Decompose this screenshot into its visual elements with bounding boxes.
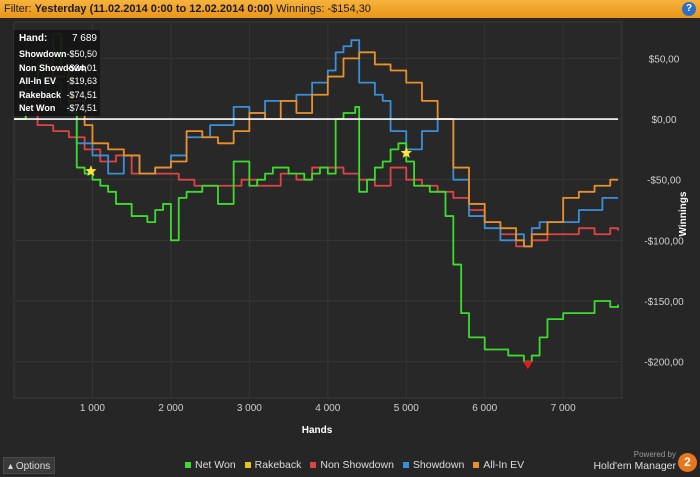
x-tick-label: 5 000: [394, 403, 419, 414]
legend-label: Showdown: [412, 459, 465, 471]
x-tick-label: 3 000: [237, 403, 262, 414]
y-tick-label: $50,00: [649, 54, 680, 65]
legend-swatch: [185, 462, 191, 468]
stat-value: -$19,63: [66, 76, 97, 86]
plot-background: [13, 21, 623, 399]
stat-value: -$74,51: [66, 89, 97, 100]
legend-swatch: [244, 462, 251, 468]
x-tick-label: 4 000: [315, 403, 340, 414]
help-icon[interactable]: ?: [682, 2, 696, 16]
winnings-value: -$154,30: [327, 3, 371, 15]
legend-item-net-won[interactable]: Net Won: [185, 458, 236, 472]
legend-label: All-In EV: [483, 459, 525, 471]
stats-panel: Hand: 7 689 Showdown -$50,50 Non Showdow…: [14, 30, 100, 116]
x-tick-label: 6 000: [472, 403, 497, 414]
legend-swatch: [402, 462, 409, 468]
graph-panel: 1 000 2 000 3 000 4 000 5 000 6 000 7 000 $50,0…: [0, 18, 700, 450]
legend-item-non-showdown[interactable]: Non Showdown: [310, 458, 394, 472]
y-tick-label: -$50,00: [647, 176, 681, 187]
legend-swatch: [473, 462, 480, 468]
stat-net-won: Net Won -$74,51: [14, 102, 100, 116]
y-tick-label: -$150,00: [644, 297, 684, 308]
legend-item-rakeback[interactable]: Rakeback: [244, 458, 302, 472]
powered-by: Powered by Hold'em Manager: [593, 450, 676, 473]
stat-label: Showdown: [19, 49, 67, 59]
filter-period: Yesterday (11.02.2014 0:00 to 12.02.2014…: [34, 3, 274, 15]
stat-hand: Hand: 7 689: [14, 30, 100, 48]
hm-logo-icon: 2: [678, 453, 697, 472]
stat-showdown: Showdown -$50,50: [14, 48, 100, 62]
y-tick-label: -$100,00: [644, 236, 684, 247]
footer-bar: ▴ Options Net Won Rakeback Non Showdown Sho…: [0, 450, 700, 477]
x-axis-label: Hands: [302, 425, 333, 436]
winnings-chart: 1 000 2 000 3 000 4 000 5 000 6 000 7 000 $50,0…: [13, 21, 689, 436]
stat-value: 7 689: [71, 33, 97, 44]
stat-label: Net Won: [19, 103, 56, 113]
brand-name: Hold'em Manager: [593, 460, 676, 472]
winnings-label: Winnings:: [276, 3, 325, 15]
legend-label: Rakeback: [254, 459, 302, 471]
stat-non-showdown: Non Showdown -$24,01: [14, 62, 100, 76]
legend-item-showdown[interactable]: Showdown: [402, 458, 465, 472]
legend-label: Net Won: [195, 459, 236, 471]
stat-all-in-ev: All-In EV -$19,63: [14, 75, 100, 89]
stat-label: Rakeback: [19, 89, 62, 100]
x-tick-label: 2 000: [158, 403, 183, 414]
y-tick-label: -$200,00: [644, 358, 684, 369]
stat-rakeback: Rakeback -$74,51: [14, 89, 100, 103]
x-tick-label: 1 000: [80, 403, 105, 414]
stat-label: All-In EV: [19, 76, 57, 86]
legend-swatch: [310, 462, 317, 468]
filter-bar: Filter: Yesterday (11.02.2014 0:00 to 12…: [0, 0, 700, 18]
options-button[interactable]: ▴ Options: [3, 457, 55, 474]
y-axis-label: Winnings: [678, 191, 689, 236]
legend-item-all-in-ev[interactable]: All-In EV: [473, 458, 524, 472]
stat-value: -$50,50: [66, 49, 97, 59]
filter-prefix: Filter:: [4, 3, 32, 15]
stat-value: -$24,01: [66, 62, 97, 73]
x-tick-label: 7 000: [551, 403, 576, 414]
chart-legend: Net Won Rakeback Non Showdown Showdown All-I…: [185, 458, 533, 472]
stat-value: -$74,51: [66, 103, 97, 113]
powered-by-text: Powered by: [633, 450, 676, 459]
legend-label: Non Showdown: [320, 459, 394, 471]
caret-up-icon: ▴: [8, 461, 14, 472]
chart-grid: [13, 21, 623, 399]
options-label: Options: [15, 461, 51, 472]
stat-label: Hand:: [19, 33, 48, 44]
y-tick-label: $0,00: [651, 115, 676, 126]
